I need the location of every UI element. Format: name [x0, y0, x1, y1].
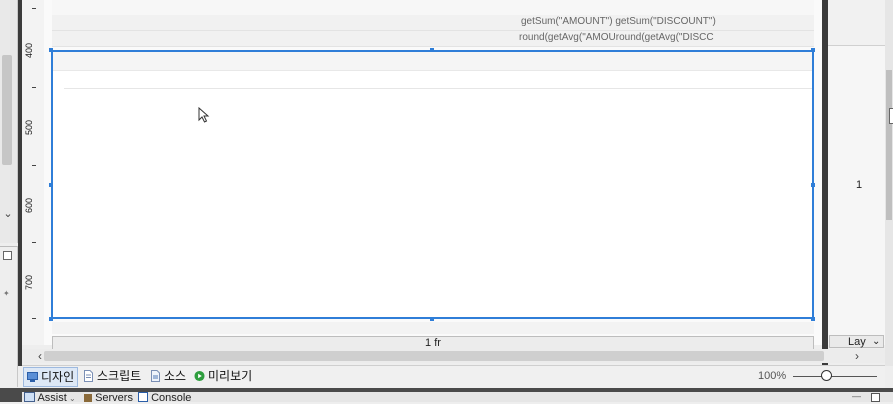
avg-band[interactable]: round(getAvg("AMOUround(getAvg("DISCC [52, 31, 814, 47]
tab-design[interactable]: 디자인 [23, 367, 79, 387]
minimize-icon[interactable]: — [852, 391, 861, 401]
row-size-panel [828, 0, 885, 345]
horizontal-scroll-thumb[interactable] [44, 351, 824, 361]
tab-preview[interactable]: 미리보기 [191, 367, 255, 385]
view-tab-assist[interactable]: Assist ⌄ [24, 392, 76, 404]
selected-grid-container[interactable] [51, 50, 814, 319]
ruler-tick [32, 8, 36, 9]
assist-icon [24, 392, 35, 402]
resize-handle-nw[interactable] [49, 48, 53, 52]
script-file-icon [84, 370, 93, 382]
tab-label: 스크립트 [97, 369, 142, 383]
resize-handle-e[interactable] [811, 183, 815, 187]
resize-handle-sw[interactable] [49, 317, 53, 321]
view-tab-servers[interactable]: Servers [84, 392, 133, 404]
right-edge-scrollbar[interactable] [886, 70, 892, 220]
resize-handle-n[interactable] [430, 48, 434, 52]
scroll-left-icon[interactable]: ‹ [38, 349, 42, 363]
view-tab-console[interactable]: Console [138, 392, 191, 404]
chevron-down-icon[interactable]: ⌄ [872, 336, 880, 347]
restore-icon[interactable] [3, 251, 12, 260]
report-band[interactable] [52, 0, 814, 16]
row-size-value[interactable]: 1 [856, 179, 862, 191]
view-tab-label: Servers [95, 392, 133, 404]
sum-band[interactable]: getSum("AMOUNT") getSum("DISCOUNT") [52, 15, 814, 31]
grid-header-row[interactable] [53, 52, 812, 71]
ruler-tick [32, 242, 36, 243]
tab-label: 소스 [164, 369, 187, 383]
ruler-label: 600 [24, 197, 34, 213]
resize-handle-se[interactable] [811, 317, 815, 321]
ruler-label: 700 [24, 274, 34, 290]
chevron-down-icon[interactable]: ⌄ [2, 208, 14, 220]
tab-script[interactable]: 스크립트 [80, 367, 144, 385]
resize-handle-ne[interactable] [811, 48, 815, 52]
tab-label: 디자인 [41, 370, 75, 384]
tab-label: 미리보기 [208, 369, 253, 383]
console-icon [138, 392, 148, 402]
ruler-tick [32, 165, 36, 166]
avg-expression[interactable]: round(getAvg("AMOUround(getAvg("DISCC [519, 32, 714, 43]
view-tab-label: Assist [37, 392, 67, 404]
tab-source[interactable]: 소스 [147, 367, 189, 385]
row-size-header [828, 0, 885, 46]
grid-row-divider [64, 88, 812, 89]
source-file-icon [151, 370, 160, 382]
view-tab-label: Console [151, 392, 192, 404]
bottom-band [52, 322, 814, 334]
scroll-right-icon[interactable]: › [855, 349, 859, 363]
left-panel-lower [0, 246, 18, 387]
vertical-ruler: 400 500 600 700 [22, 0, 45, 345]
maximize-icon[interactable] [871, 393, 880, 402]
play-preview-icon [194, 370, 205, 382]
left-scrollbar[interactable] [2, 55, 12, 165]
ruler-tick [32, 318, 36, 319]
column-size-bar[interactable]: 1 fr [52, 336, 814, 350]
design-icon [27, 372, 38, 382]
ruler-label: 500 [24, 119, 34, 135]
zoom-level: 100% [758, 370, 787, 382]
ruler-tick [32, 87, 36, 88]
panel-edge-icon[interactable] [889, 108, 893, 124]
resize-handle-s[interactable] [430, 317, 434, 321]
mouse-cursor-icon [198, 107, 210, 123]
zoom-slider-track[interactable] [793, 376, 877, 377]
servers-icon [84, 394, 92, 402]
sum-expression[interactable]: getSum("AMOUNT") getSum("DISCOUNT") [521, 16, 716, 27]
resize-handle-w[interactable] [49, 183, 53, 187]
ruler-label: 400 [24, 42, 34, 58]
pin-icon[interactable]: ✦ [3, 289, 10, 298]
